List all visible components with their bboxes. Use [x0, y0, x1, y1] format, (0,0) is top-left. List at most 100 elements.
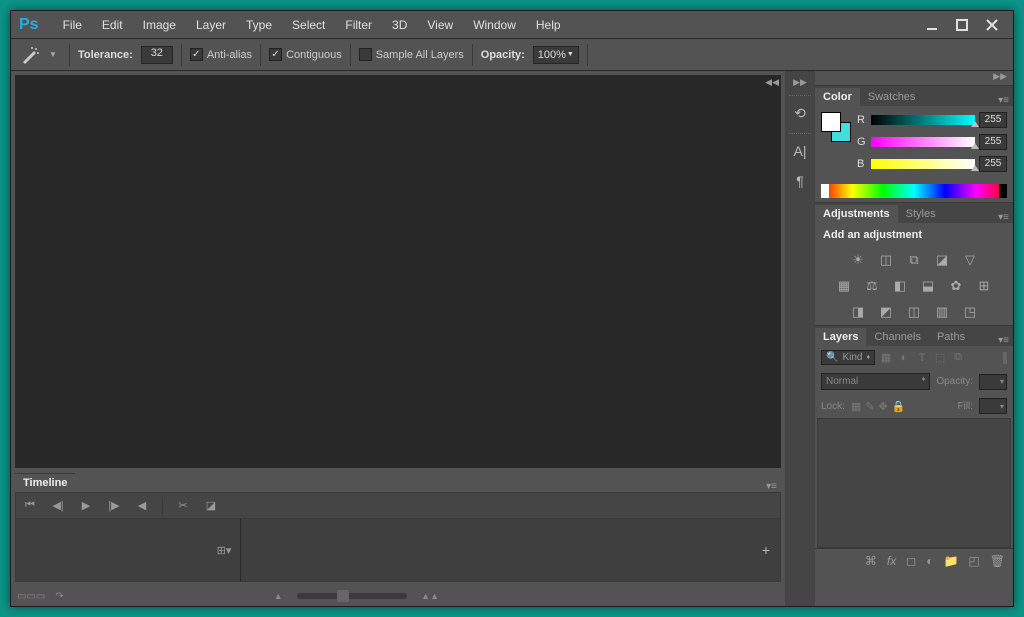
timeline-tab[interactable]: Timeline	[15, 473, 75, 492]
posterize-icon[interactable]: ◩	[877, 303, 895, 321]
paragraph-panel-icon[interactable]: ¶	[785, 166, 815, 196]
threshold-icon[interactable]: ◫	[905, 303, 923, 321]
gradient-map-icon[interactable]: ▥	[933, 303, 951, 321]
previous-frame-icon[interactable]: ◀|	[50, 499, 66, 512]
add-media-icon[interactable]: +	[762, 542, 770, 558]
adjustments-tab[interactable]: Adjustments	[815, 205, 898, 223]
green-value-input[interactable]: 255	[979, 134, 1007, 150]
export-icon[interactable]: ↷	[55, 591, 63, 602]
hue-saturation-icon[interactable]: ▦	[835, 277, 853, 295]
foreground-color-swatch[interactable]	[821, 112, 841, 132]
blend-mode-dropdown[interactable]: Normal♦	[821, 373, 930, 390]
timeline-panel-menu[interactable]: ▾≡	[766, 481, 777, 492]
color-panel-menu[interactable]: ▾≡	[998, 95, 1009, 106]
expand-right-panels-icon[interactable]: ▶▶	[815, 71, 1013, 85]
menu-layer[interactable]: Layer	[188, 14, 234, 36]
paths-tab[interactable]: Paths	[929, 328, 973, 346]
slider-thumb[interactable]	[971, 165, 979, 171]
color-lookup-icon[interactable]: ⊞	[975, 277, 993, 295]
lock-all-icon[interactable]: 🔒	[892, 400, 906, 413]
history-panel-icon[interactable]: ⟲	[785, 98, 815, 128]
track-options-icon[interactable]: ⊞▾	[216, 544, 232, 557]
tool-preset-dropdown[interactable]: ▼	[49, 50, 61, 59]
filter-adjustment-icon[interactable]: ◐	[897, 351, 911, 365]
audio-mute-icon[interactable]: ◀	[134, 499, 150, 512]
minimize-button[interactable]	[919, 16, 945, 34]
magic-wand-tool-icon[interactable]	[19, 44, 41, 66]
menu-type[interactable]: Type	[238, 14, 280, 36]
layer-fill-dropdown[interactable]: ▾	[979, 398, 1007, 414]
character-panel-icon[interactable]: A|	[785, 136, 815, 166]
menu-image[interactable]: Image	[135, 14, 184, 36]
lock-transparent-icon[interactable]: ▦	[851, 400, 861, 413]
link-layers-icon[interactable]: ⌘	[865, 554, 877, 568]
blue-slider[interactable]	[871, 159, 975, 169]
selective-color-icon[interactable]: ◳	[961, 303, 979, 321]
zoom-out-mountain-icon[interactable]: ▲	[274, 591, 283, 601]
layers-tab[interactable]: Layers	[815, 328, 866, 346]
menu-3d[interactable]: 3D	[384, 14, 415, 36]
maximize-button[interactable]	[949, 16, 975, 34]
menu-view[interactable]: View	[419, 14, 461, 36]
foreground-background-swatch[interactable]	[821, 112, 851, 142]
canvas-area[interactable]: ◀◀	[15, 75, 781, 468]
opacity-dropdown[interactable]: 100%▼	[533, 46, 579, 64]
menu-window[interactable]: Window	[465, 14, 524, 36]
collapse-panels-icon[interactable]: ◀◀	[763, 75, 781, 90]
slider-thumb[interactable]	[971, 143, 979, 149]
invert-icon[interactable]: ◨	[849, 303, 867, 321]
filter-smart-icon[interactable]: ⧉	[951, 351, 965, 365]
black-white-icon[interactable]: ◧	[891, 277, 909, 295]
filter-kind-dropdown[interactable]: 🔍Kind♦	[821, 350, 875, 365]
vibrance-icon[interactable]: ▽	[961, 251, 979, 269]
styles-tab[interactable]: Styles	[898, 205, 944, 223]
menu-select[interactable]: Select	[284, 14, 333, 36]
sample-all-layers-checkbox[interactable]: Sample All Layers	[359, 48, 464, 61]
play-icon[interactable]: ▶	[78, 499, 94, 512]
layer-opacity-dropdown[interactable]: ▾	[979, 374, 1007, 390]
menu-filter[interactable]: Filter	[337, 14, 380, 36]
timeline-track-content[interactable]: +	[241, 519, 780, 581]
channels-tab[interactable]: Channels	[866, 328, 928, 346]
transition-icon[interactable]: ◪	[203, 499, 219, 512]
split-clip-icon[interactable]: ✂	[175, 499, 191, 512]
filter-pixel-icon[interactable]: ▦	[879, 351, 893, 365]
curves-icon[interactable]: ⧉	[905, 251, 923, 269]
filter-toggle[interactable]	[1003, 352, 1007, 364]
filter-shape-icon[interactable]: ⬚	[933, 351, 947, 365]
delete-layer-icon[interactable]: 🗑	[990, 554, 1005, 568]
menu-edit[interactable]: Edit	[94, 14, 131, 36]
menu-file[interactable]: File	[55, 14, 90, 36]
layer-style-icon[interactable]: fx	[887, 554, 896, 568]
red-slider[interactable]	[871, 115, 975, 125]
zoom-in-mountain-icon[interactable]: ▲▲	[421, 591, 439, 601]
lock-position-icon[interactable]: ✥	[879, 400, 888, 413]
layer-mask-icon[interactable]: ◻	[906, 554, 916, 568]
green-slider[interactable]	[871, 137, 975, 147]
layers-panel-menu[interactable]: ▾≡	[998, 335, 1009, 346]
antialias-checkbox[interactable]: Anti-alias	[190, 48, 252, 61]
photo-filter-icon[interactable]: ⬓	[919, 277, 937, 295]
close-button[interactable]	[979, 16, 1005, 34]
tolerance-input[interactable]: 32	[141, 46, 173, 64]
layers-list[interactable]	[817, 418, 1011, 548]
new-group-icon[interactable]: 📁	[943, 554, 958, 568]
color-balance-icon[interactable]: ⚖	[863, 277, 881, 295]
go-to-first-frame-icon[interactable]: ⏮	[22, 499, 38, 512]
exposure-icon[interactable]: ◪	[933, 251, 951, 269]
timeline-zoom-slider[interactable]	[297, 593, 408, 599]
expand-strip-icon[interactable]: ▶▶	[785, 75, 815, 90]
slider-thumb[interactable]	[971, 121, 979, 127]
contiguous-checkbox[interactable]: Contiguous	[269, 48, 342, 61]
render-status-icon[interactable]: ▭▭▭	[17, 591, 45, 602]
swatches-tab[interactable]: Swatches	[860, 88, 924, 106]
filter-type-icon[interactable]: T	[915, 351, 929, 365]
brightness-contrast-icon[interactable]: ☀	[849, 251, 867, 269]
red-value-input[interactable]: 255	[979, 112, 1007, 128]
blue-value-input[interactable]: 255	[979, 156, 1007, 172]
channel-mixer-icon[interactable]: ✿	[947, 277, 965, 295]
zoom-slider-thumb[interactable]	[337, 590, 349, 602]
lock-image-icon[interactable]: ✎	[865, 400, 874, 413]
color-spectrum-ramp[interactable]	[821, 184, 1007, 198]
menu-help[interactable]: Help	[528, 14, 569, 36]
